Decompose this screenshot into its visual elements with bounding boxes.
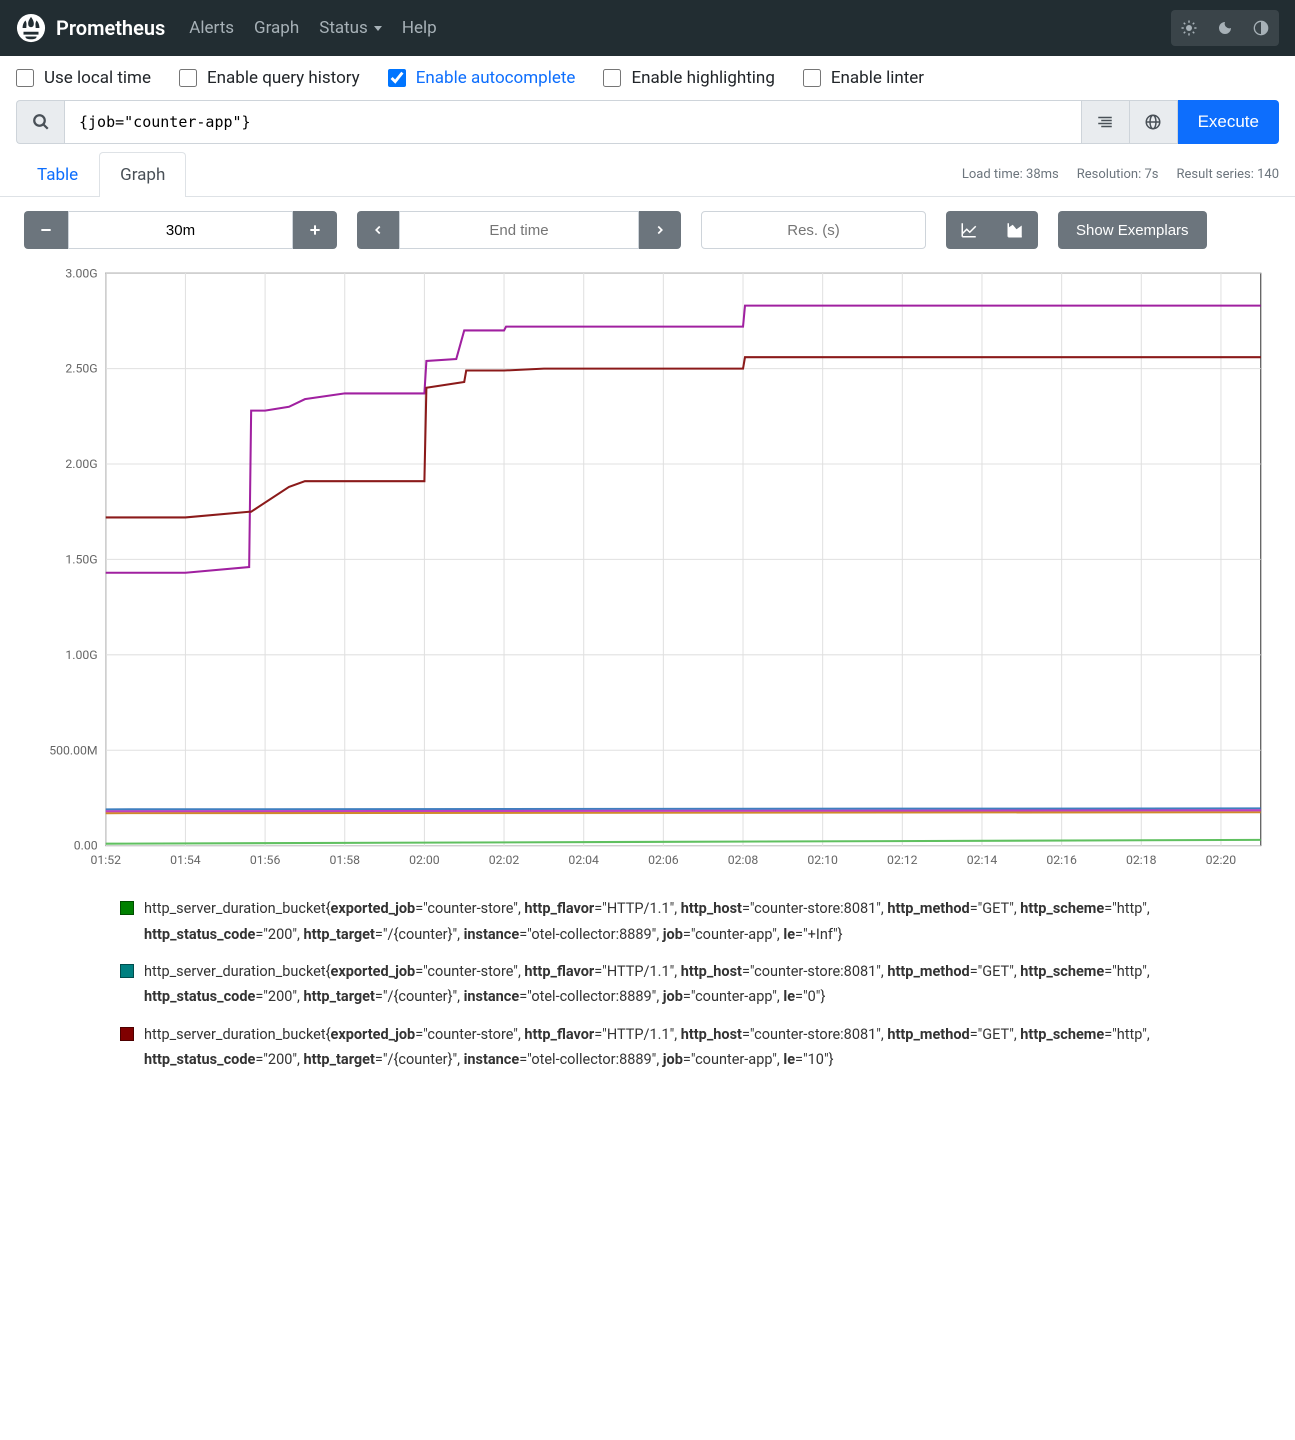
tabs-row: Table Graph Load time: 38ms Resolution: … bbox=[0, 152, 1295, 197]
opt-query-history[interactable]: Enable query history bbox=[179, 68, 360, 88]
legend-item[interactable]: http_server_duration_bucket{exported_job… bbox=[120, 896, 1235, 947]
nav-help[interactable]: Help bbox=[402, 18, 437, 38]
svg-text:2.50G: 2.50G bbox=[65, 362, 97, 376]
svg-text:02:08: 02:08 bbox=[728, 853, 759, 867]
legend-item[interactable]: http_server_duration_bucket{exported_job… bbox=[120, 1022, 1235, 1073]
stat-result-series: Result series: 140 bbox=[1177, 167, 1279, 182]
plus-icon bbox=[307, 222, 323, 238]
query-bar: Execute bbox=[0, 100, 1295, 152]
svg-text:01:54: 01:54 bbox=[170, 853, 201, 867]
opt-highlighting[interactable]: Enable highlighting bbox=[603, 68, 774, 88]
query-input[interactable] bbox=[64, 100, 1082, 144]
time-forward-button[interactable] bbox=[639, 211, 681, 249]
format-button[interactable] bbox=[1082, 100, 1130, 144]
chevron-down-icon bbox=[374, 26, 382, 31]
opt-autocomplete[interactable]: Enable autocomplete bbox=[388, 68, 576, 88]
nav-graph[interactable]: Graph bbox=[254, 18, 299, 38]
contrast-icon bbox=[1253, 20, 1269, 36]
stat-load-time: Load time: 38ms bbox=[962, 167, 1059, 182]
svg-text:02:20: 02:20 bbox=[1206, 853, 1237, 867]
show-exemplars-button[interactable]: Show Exemplars bbox=[1058, 211, 1207, 249]
theme-toggles bbox=[1171, 10, 1279, 46]
svg-text:02:16: 02:16 bbox=[1046, 853, 1077, 867]
svg-text:01:52: 01:52 bbox=[91, 853, 122, 867]
timeseries-chart[interactable]: 0.00 500.00M 1.00G 1.50G 2.00G 2.50G 3.00G 01:5… bbox=[24, 263, 1271, 876]
svg-text:02:02: 02:02 bbox=[489, 853, 520, 867]
range-decrease-button[interactable] bbox=[24, 211, 68, 249]
range-increase-button[interactable] bbox=[293, 211, 337, 249]
execute-button[interactable]: Execute bbox=[1178, 100, 1279, 144]
theme-auto-button[interactable] bbox=[1243, 10, 1279, 46]
endtime-input[interactable] bbox=[399, 211, 639, 249]
svg-text:02:00: 02:00 bbox=[409, 853, 440, 867]
chart-stacked-mode-button[interactable] bbox=[992, 211, 1038, 249]
svg-text:02:12: 02:12 bbox=[887, 853, 918, 867]
svg-text:02:18: 02:18 bbox=[1126, 853, 1157, 867]
legend-text: http_server_duration_bucket{exported_job… bbox=[144, 959, 1235, 1010]
search-icon bbox=[32, 113, 50, 131]
time-back-button[interactable] bbox=[357, 211, 399, 249]
svg-text:02:14: 02:14 bbox=[967, 853, 998, 867]
svg-text:3.00G: 3.00G bbox=[65, 266, 97, 280]
nav-alerts[interactable]: Alerts bbox=[189, 18, 234, 38]
chart[interactable]: 0.00 500.00M 1.00G 1.50G 2.00G 2.50G 3.00G 01:5… bbox=[0, 263, 1295, 896]
svg-text:02:04: 02:04 bbox=[568, 853, 599, 867]
svg-text:2.00G: 2.00G bbox=[65, 457, 97, 471]
legend-text: http_server_duration_bucket{exported_job… bbox=[144, 1022, 1235, 1073]
theme-light-button[interactable] bbox=[1171, 10, 1207, 46]
legend-item[interactable]: http_server_duration_bucket{exported_job… bbox=[120, 959, 1235, 1010]
sun-icon bbox=[1180, 19, 1198, 37]
legend-swatch bbox=[120, 901, 134, 915]
legend-swatch bbox=[120, 1027, 134, 1041]
resolution-input[interactable] bbox=[701, 211, 926, 249]
tab-table[interactable]: Table bbox=[16, 152, 99, 197]
legend-swatch bbox=[120, 964, 134, 978]
legend-text: http_server_duration_bucket{exported_job… bbox=[144, 896, 1235, 947]
opt-local-time[interactable]: Use local time bbox=[16, 68, 151, 88]
chevron-right-icon bbox=[653, 223, 667, 237]
metrics-explorer-button[interactable] bbox=[16, 100, 64, 144]
legend: http_server_duration_bucket{exported_job… bbox=[0, 896, 1295, 1104]
svg-text:1.50G: 1.50G bbox=[65, 553, 97, 567]
globe-button[interactable] bbox=[1130, 100, 1178, 144]
nav-status[interactable]: Status bbox=[319, 18, 382, 38]
options-bar: Use local time Enable query history Enab… bbox=[0, 56, 1295, 100]
query-stats: Load time: 38ms Resolution: 7s Result se… bbox=[962, 167, 1279, 182]
globe-icon bbox=[1144, 113, 1162, 131]
opt-linter[interactable]: Enable linter bbox=[803, 68, 924, 88]
brand[interactable]: Prometheus bbox=[16, 13, 165, 43]
moon-icon bbox=[1217, 20, 1233, 36]
svg-text:02:06: 02:06 bbox=[648, 853, 679, 867]
minus-icon bbox=[38, 222, 54, 238]
line-chart-icon bbox=[960, 221, 978, 239]
prometheus-logo-icon bbox=[16, 13, 46, 43]
chart-line-mode-button[interactable] bbox=[946, 211, 992, 249]
format-icon bbox=[1096, 113, 1114, 131]
svg-text:02:10: 02:10 bbox=[807, 853, 838, 867]
svg-text:0.00: 0.00 bbox=[74, 839, 98, 853]
theme-dark-button[interactable] bbox=[1207, 10, 1243, 46]
stat-resolution: Resolution: 7s bbox=[1077, 167, 1159, 182]
navbar: Prometheus Alerts Graph Status Help bbox=[0, 0, 1295, 56]
brand-text: Prometheus bbox=[56, 16, 165, 40]
svg-text:1.00G: 1.00G bbox=[65, 648, 97, 662]
tab-graph[interactable]: Graph bbox=[99, 152, 186, 197]
chevron-left-icon bbox=[371, 223, 385, 237]
svg-text:500.00M: 500.00M bbox=[49, 743, 97, 757]
svg-text:01:58: 01:58 bbox=[329, 853, 360, 867]
range-input[interactable] bbox=[68, 211, 293, 249]
graph-controls: Show Exemplars bbox=[0, 197, 1295, 263]
svg-text:01:56: 01:56 bbox=[250, 853, 281, 867]
area-chart-icon bbox=[1006, 221, 1024, 239]
